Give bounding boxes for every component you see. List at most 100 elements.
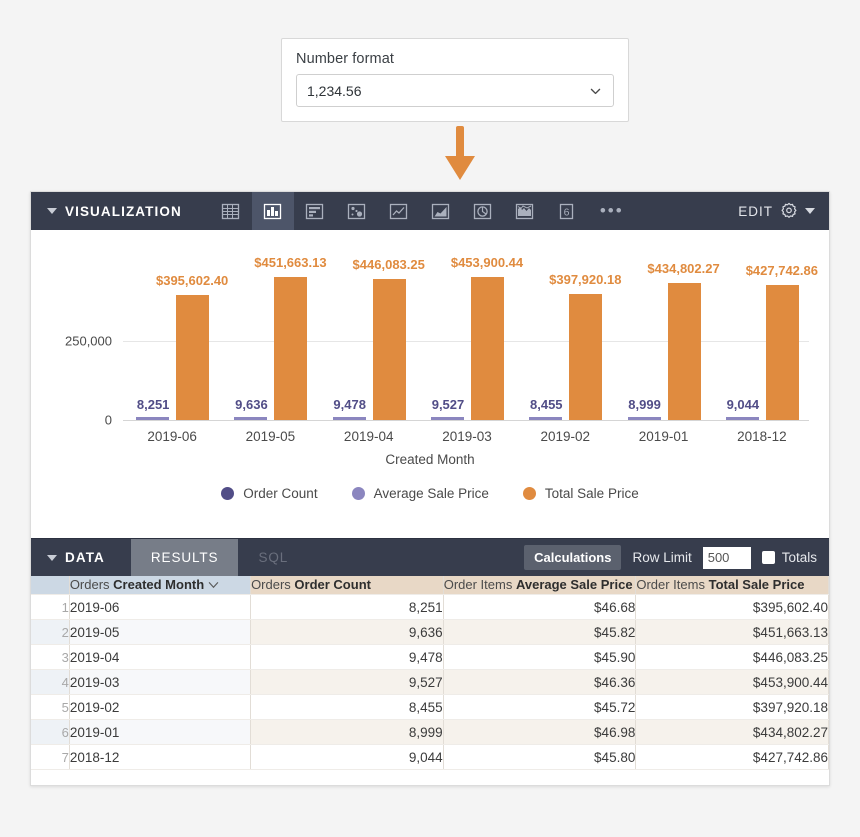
bar-order-count[interactable] bbox=[725, 417, 759, 420]
table-cell[interactable]: 9,044 bbox=[250, 744, 444, 771]
bar-total-sale-price[interactable] bbox=[274, 277, 308, 420]
table-row[interactable]: 2 2019-05 9,636 $45.82 $451,663.13 bbox=[31, 619, 829, 646]
table-column-header[interactable]: Orders Order Count bbox=[250, 576, 444, 596]
map-chart-icon[interactable] bbox=[504, 192, 546, 230]
chevron-down-icon bbox=[590, 88, 601, 94]
table-column-header[interactable]: Orders Created Month bbox=[69, 576, 252, 596]
legend-item[interactable]: Total Sale Price bbox=[522, 486, 639, 501]
gear-icon[interactable] bbox=[780, 202, 798, 220]
ellipsis-icon[interactable]: ••• bbox=[588, 192, 636, 230]
chart-category-group: $434,802.27 8,999 2019-01 bbox=[614, 261, 720, 444]
table-column-header[interactable]: Order Items Total Sale Price bbox=[635, 576, 829, 596]
chart-category-group: $395,602.40 8,251 2019-06 bbox=[123, 262, 228, 444]
table-chart-icon[interactable] bbox=[210, 192, 252, 230]
table-cell[interactable]: $45.80 bbox=[443, 744, 637, 771]
table-cell[interactable]: $395,602.40 bbox=[635, 594, 829, 621]
table-cell[interactable]: $46.36 bbox=[443, 669, 637, 696]
bar-label-total-sale-price: $397,920.18 bbox=[549, 272, 622, 288]
bar-order-count[interactable] bbox=[627, 417, 661, 420]
table-cell[interactable]: 2018-12 bbox=[69, 744, 252, 771]
totals-checkbox[interactable] bbox=[761, 551, 775, 564]
chart-category-group: $397,920.18 8,455 2019-02 bbox=[516, 262, 621, 444]
line-chart-icon[interactable] bbox=[378, 192, 420, 230]
legend-item[interactable]: Order Count bbox=[221, 486, 318, 501]
table-cell[interactable]: $46.68 bbox=[443, 594, 637, 621]
edit-button[interactable]: EDIT bbox=[738, 204, 773, 219]
scatter-chart-icon[interactable] bbox=[336, 192, 378, 230]
legend-color-dot bbox=[351, 487, 365, 500]
table-cell[interactable]: $45.82 bbox=[443, 619, 637, 646]
tab-results[interactable]: RESULTS bbox=[130, 539, 239, 576]
row-limit-input[interactable] bbox=[702, 546, 751, 569]
table-head: Orders Created Month Orders Order Count Or… bbox=[31, 576, 829, 596]
column-name: Created Month bbox=[113, 577, 205, 592]
table-cell[interactable]: $427,742.86 bbox=[635, 744, 829, 771]
bar-total-sale-price[interactable] bbox=[765, 284, 799, 420]
area-chart-icon[interactable] bbox=[420, 192, 462, 230]
bar-total-sale-price[interactable] bbox=[569, 294, 603, 420]
table-cell[interactable]: 9,478 bbox=[250, 644, 444, 671]
table-cell[interactable]: $46.98 bbox=[443, 719, 637, 746]
legend-color-dot bbox=[221, 487, 235, 500]
table-cell[interactable]: 9,636 bbox=[250, 619, 444, 646]
bar-total-sale-price[interactable] bbox=[470, 276, 504, 420]
table-row[interactable]: 5 2019-02 8,455 $45.72 $397,920.18 bbox=[31, 694, 829, 721]
table-row[interactable]: 7 2018-12 9,044 $45.80 $427,742.86 bbox=[31, 744, 829, 771]
data-actions: Calculations Row Limit Totals bbox=[524, 545, 829, 570]
bar-order-count[interactable] bbox=[332, 417, 366, 420]
table-cell[interactable]: 2019-03 bbox=[69, 669, 252, 696]
chart-category-group: $427,742.86 9,044 2018-12 bbox=[713, 262, 818, 444]
chart-category-group: $453,900.44 9,527 2019-03 bbox=[418, 255, 523, 444]
table-cell[interactable]: 8,999 bbox=[250, 719, 444, 746]
tab-sql[interactable]: SQL bbox=[238, 539, 308, 576]
pie-chart-icon[interactable] bbox=[462, 192, 504, 230]
table-row[interactable]: 6 2019-01 8,999 $46.98 $434,802.27 bbox=[31, 719, 829, 746]
bar-chart-plot: 0 250,000 $395,602.40 8,251 2019-06 $451,663.… bbox=[65, 255, 818, 444]
bar-order-count[interactable] bbox=[430, 417, 464, 420]
calculations-button[interactable]: Calculations bbox=[524, 545, 622, 570]
x-axis-tick: 2018-12 bbox=[737, 429, 787, 444]
table-cell[interactable]: 2019-04 bbox=[69, 644, 252, 671]
table-cell[interactable]: $45.90 bbox=[443, 644, 637, 671]
bar-label-total-sale-price: $446,083.25 bbox=[352, 257, 425, 273]
table-cell[interactable]: $434,802.27 bbox=[635, 719, 829, 746]
table-row[interactable]: 3 2019-04 9,478 $45.90 $446,083.25 bbox=[31, 644, 829, 671]
table-cell[interactable]: $397,920.18 bbox=[635, 694, 829, 721]
table-cell[interactable]: 8,251 bbox=[250, 594, 444, 621]
single-value-icon[interactable]: 6 bbox=[546, 192, 588, 230]
table-row[interactable]: 1 2019-06 8,251 $46.68 $395,602.40 bbox=[31, 594, 829, 621]
number-format-label: Number format bbox=[296, 51, 394, 67]
caret-down-icon[interactable] bbox=[47, 208, 57, 214]
horizontal-bar-chart-icon[interactable] bbox=[294, 192, 336, 230]
table-cell[interactable]: 2019-06 bbox=[69, 594, 252, 621]
number-format-select[interactable]: 1,234.56 bbox=[296, 74, 614, 107]
bar-order-count[interactable] bbox=[234, 416, 268, 420]
table-cell[interactable]: $45.72 bbox=[443, 694, 637, 721]
chevron-down-icon[interactable] bbox=[208, 576, 219, 594]
table-row[interactable]: 4 2019-03 9,527 $46.36 $453,900.44 bbox=[31, 669, 829, 696]
bar-total-sale-price[interactable] bbox=[176, 295, 210, 420]
table-column-header[interactable]: Order Items Average Sale Price bbox=[443, 576, 637, 596]
results-table: Orders Created Month Orders Order Count Or… bbox=[31, 576, 829, 771]
table-cell[interactable]: $446,083.25 bbox=[635, 644, 829, 671]
x-axis-title: Created Month bbox=[385, 452, 475, 467]
table-cell[interactable]: 2019-02 bbox=[69, 694, 252, 721]
table-cell[interactable]: $451,663.13 bbox=[635, 619, 829, 646]
bar-total-sale-price[interactable] bbox=[372, 279, 406, 420]
bar-order-count[interactable] bbox=[136, 417, 170, 420]
legend-color-dot bbox=[522, 487, 536, 500]
bar-total-sale-price[interactable] bbox=[667, 282, 701, 420]
table-cell[interactable]: 9,527 bbox=[250, 669, 444, 696]
bar-order-count[interactable] bbox=[529, 417, 563, 420]
table-cell[interactable]: 2019-01 bbox=[69, 719, 252, 746]
table-cell[interactable]: $453,900.44 bbox=[635, 669, 829, 696]
bar-chart-icon[interactable] bbox=[251, 192, 294, 230]
table-cell[interactable]: 8,455 bbox=[250, 694, 444, 721]
caret-down-icon[interactable] bbox=[805, 208, 815, 214]
totals-toggle[interactable]: Totals bbox=[761, 550, 817, 565]
column-prefix: Orders bbox=[69, 577, 114, 592]
caret-down-icon[interactable] bbox=[47, 554, 57, 561]
legend-label: Average Sale Price bbox=[373, 486, 489, 501]
legend-item[interactable]: Average Sale Price bbox=[351, 486, 489, 501]
table-cell[interactable]: 2019-05 bbox=[69, 619, 252, 646]
